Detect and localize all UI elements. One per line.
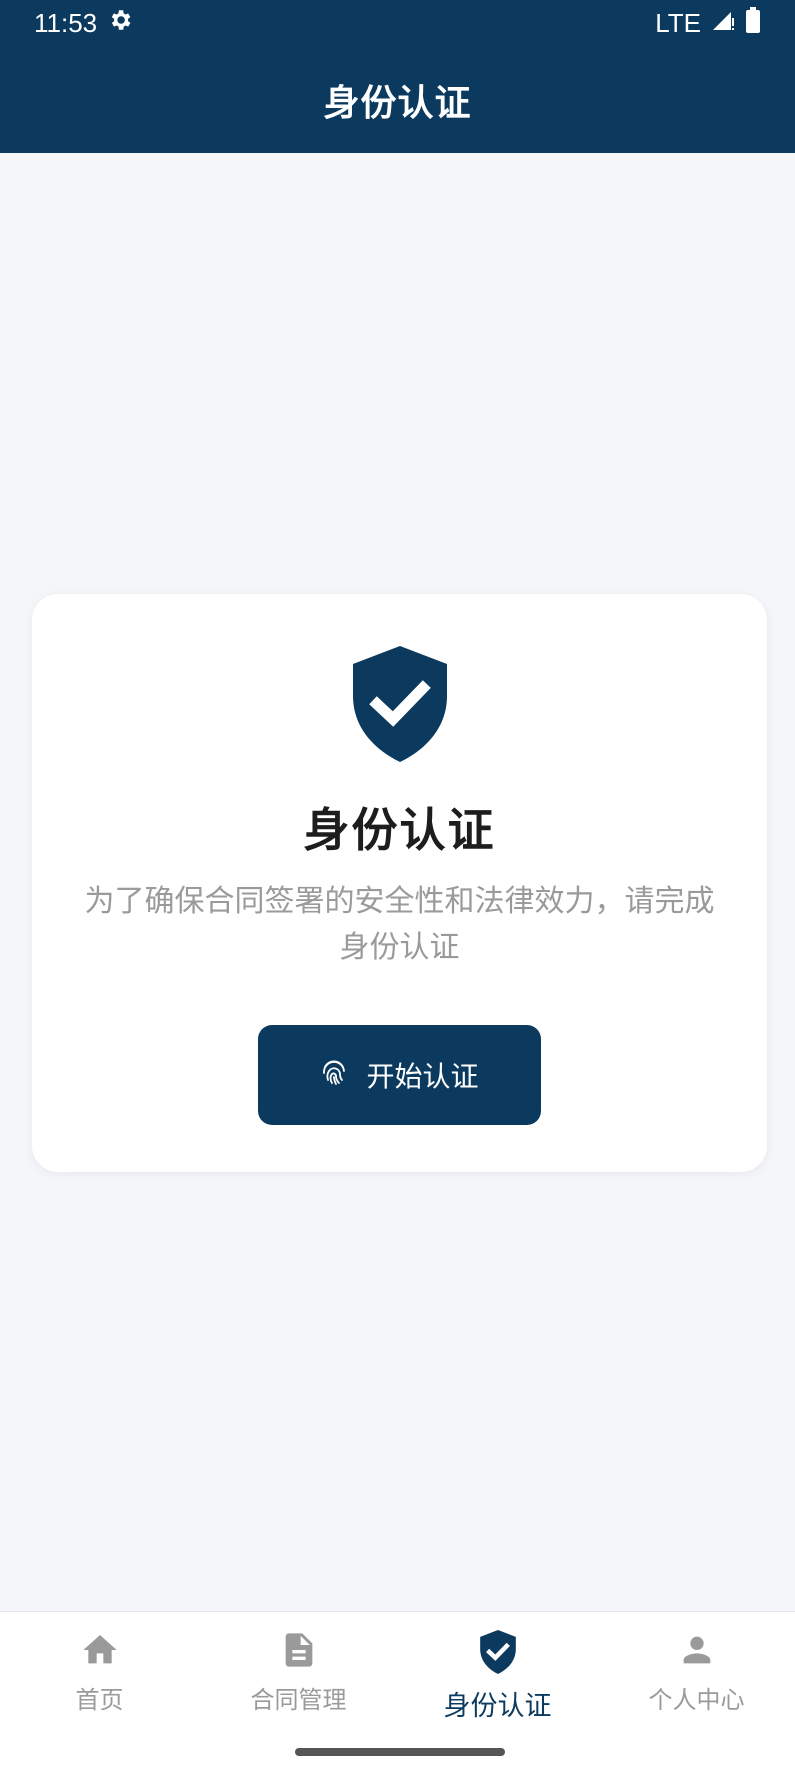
verification-card: 身份认证 为了确保合同签署的安全性和法律效力，请完成身份认证 开始认证: [32, 594, 767, 1172]
settings-gear-icon: [107, 7, 133, 40]
person-icon: [677, 1630, 717, 1674]
nav-label-home: 首页: [75, 1686, 124, 1714]
status-left: 11:53: [34, 7, 133, 40]
network-label: LTE: [655, 7, 701, 38]
nav-item-home[interactable]: 首页: [0, 1612, 199, 1732]
nav-item-contracts[interactable]: 合同管理: [199, 1612, 398, 1732]
start-button-label: 开始认证: [366, 1060, 479, 1093]
shield-check-icon: [352, 646, 447, 762]
shield-icon-wrap: [32, 646, 767, 762]
nav-label-contracts: 合同管理: [250, 1686, 347, 1714]
card-description: 为了确保合同签署的安全性和法律效力，请完成身份认证: [84, 884, 715, 965]
document-icon: [279, 1630, 319, 1674]
battery-icon: [745, 6, 761, 40]
card-title: 身份认证: [303, 803, 496, 857]
home-indicator[interactable]: [295, 1748, 505, 1756]
signal-icon: [711, 8, 735, 39]
app-bar: 身份认证: [0, 46, 795, 153]
nav-label-identity: 身份认证: [443, 1691, 552, 1722]
shield-check-icon: [479, 1630, 516, 1678]
status-time: 11:53: [34, 7, 98, 38]
start-verification-button[interactable]: 开始认证: [258, 1025, 541, 1125]
status-right: LTE: [655, 6, 761, 40]
main-content: 身份认证 为了确保合同签署的安全性和法律效力，请完成身份认证 开始认证: [0, 153, 795, 1611]
nav-label-profile: 个人中心: [648, 1686, 745, 1714]
nav-item-profile[interactable]: 个人中心: [597, 1612, 795, 1732]
fingerprint-icon: [320, 1058, 348, 1093]
home-icon: [80, 1630, 120, 1674]
nav-item-identity[interactable]: 身份认证: [398, 1612, 597, 1732]
page-title: 身份认证: [323, 82, 472, 124]
status-bar: 11:53 LTE: [0, 0, 795, 46]
bottom-nav: 首页 合同管理 身份认证 个人中心: [0, 1611, 795, 1770]
